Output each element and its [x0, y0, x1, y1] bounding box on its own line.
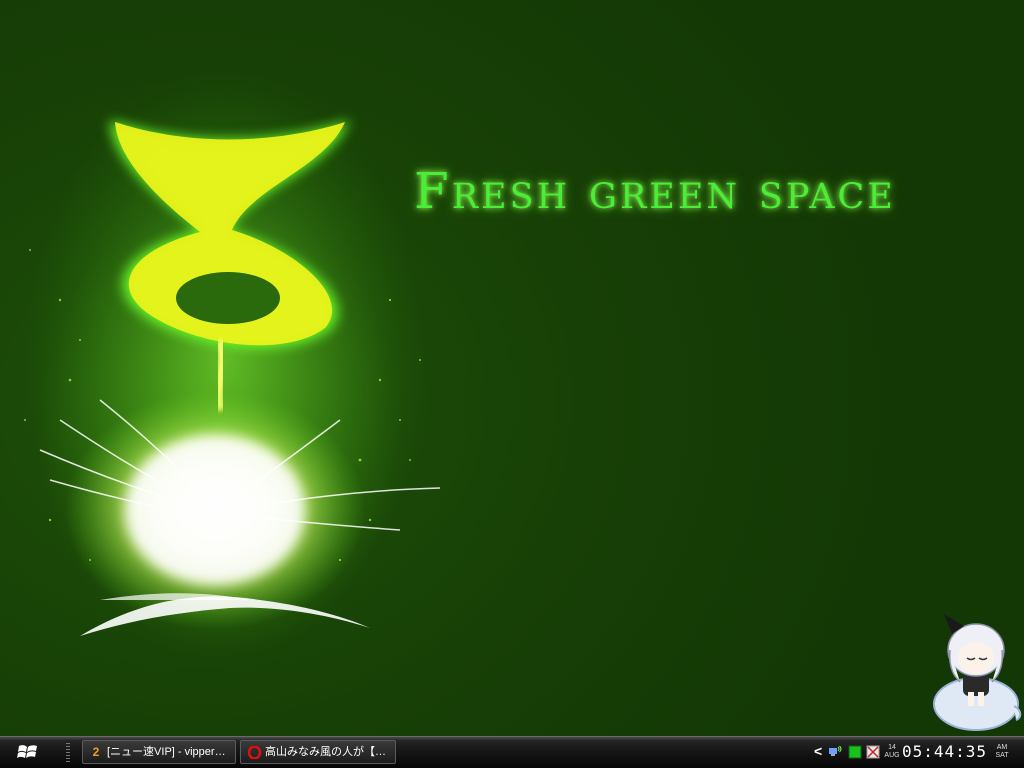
taskbar-button-label: [ニュー速VIP] - vipper… — [107, 746, 226, 758]
network-icon[interactable] — [828, 745, 842, 759]
system-tray: < 14 AUG 05:44:35 AM SAT — [810, 737, 1024, 768]
clock-ampm-label: AM — [996, 744, 1008, 751]
taskbar-button-opera[interactable]: 高山みなみ風の人が【… — [240, 740, 396, 764]
windows-logo-icon — [17, 744, 37, 758]
show-hidden-icons-button[interactable]: < — [814, 743, 822, 759]
2ch-browser-icon: 2 — [89, 745, 103, 759]
clock-time[interactable]: 05:44:35 — [902, 742, 987, 761]
start-button[interactable] — [0, 737, 56, 768]
disabled-icon[interactable] — [866, 745, 880, 759]
mascot-character — [933, 614, 1022, 731]
taskbar: 2 [ニュー速VIP] - vipper… 高山みなみ風の人が【… < 14 A… — [0, 736, 1024, 768]
clock-month: AUG — [884, 752, 900, 759]
wallpaper-art — [24, 70, 441, 650]
wallpaper-title: Fresh green space — [414, 162, 896, 220]
desktop: Fresh green space — [0, 0, 1024, 736]
taskbar-grip[interactable] — [66, 743, 70, 763]
clock-date: 14 AUG — [884, 744, 900, 760]
opera-icon — [247, 745, 261, 759]
clock-ampm: AM SAT — [994, 744, 1010, 760]
clock-weekday: SAT — [995, 752, 1009, 759]
2ch-browser-glyph: 2 — [92, 745, 100, 759]
taskbar-button-vipper[interactable]: 2 [ニュー速VIP] - vipper… — [82, 740, 236, 764]
clock-day: 14 — [888, 744, 896, 751]
opera-logo — [247, 745, 261, 759]
taskbar-button-label: 高山みなみ風の人が【… — [265, 746, 386, 758]
green-square-icon[interactable] — [848, 745, 862, 759]
